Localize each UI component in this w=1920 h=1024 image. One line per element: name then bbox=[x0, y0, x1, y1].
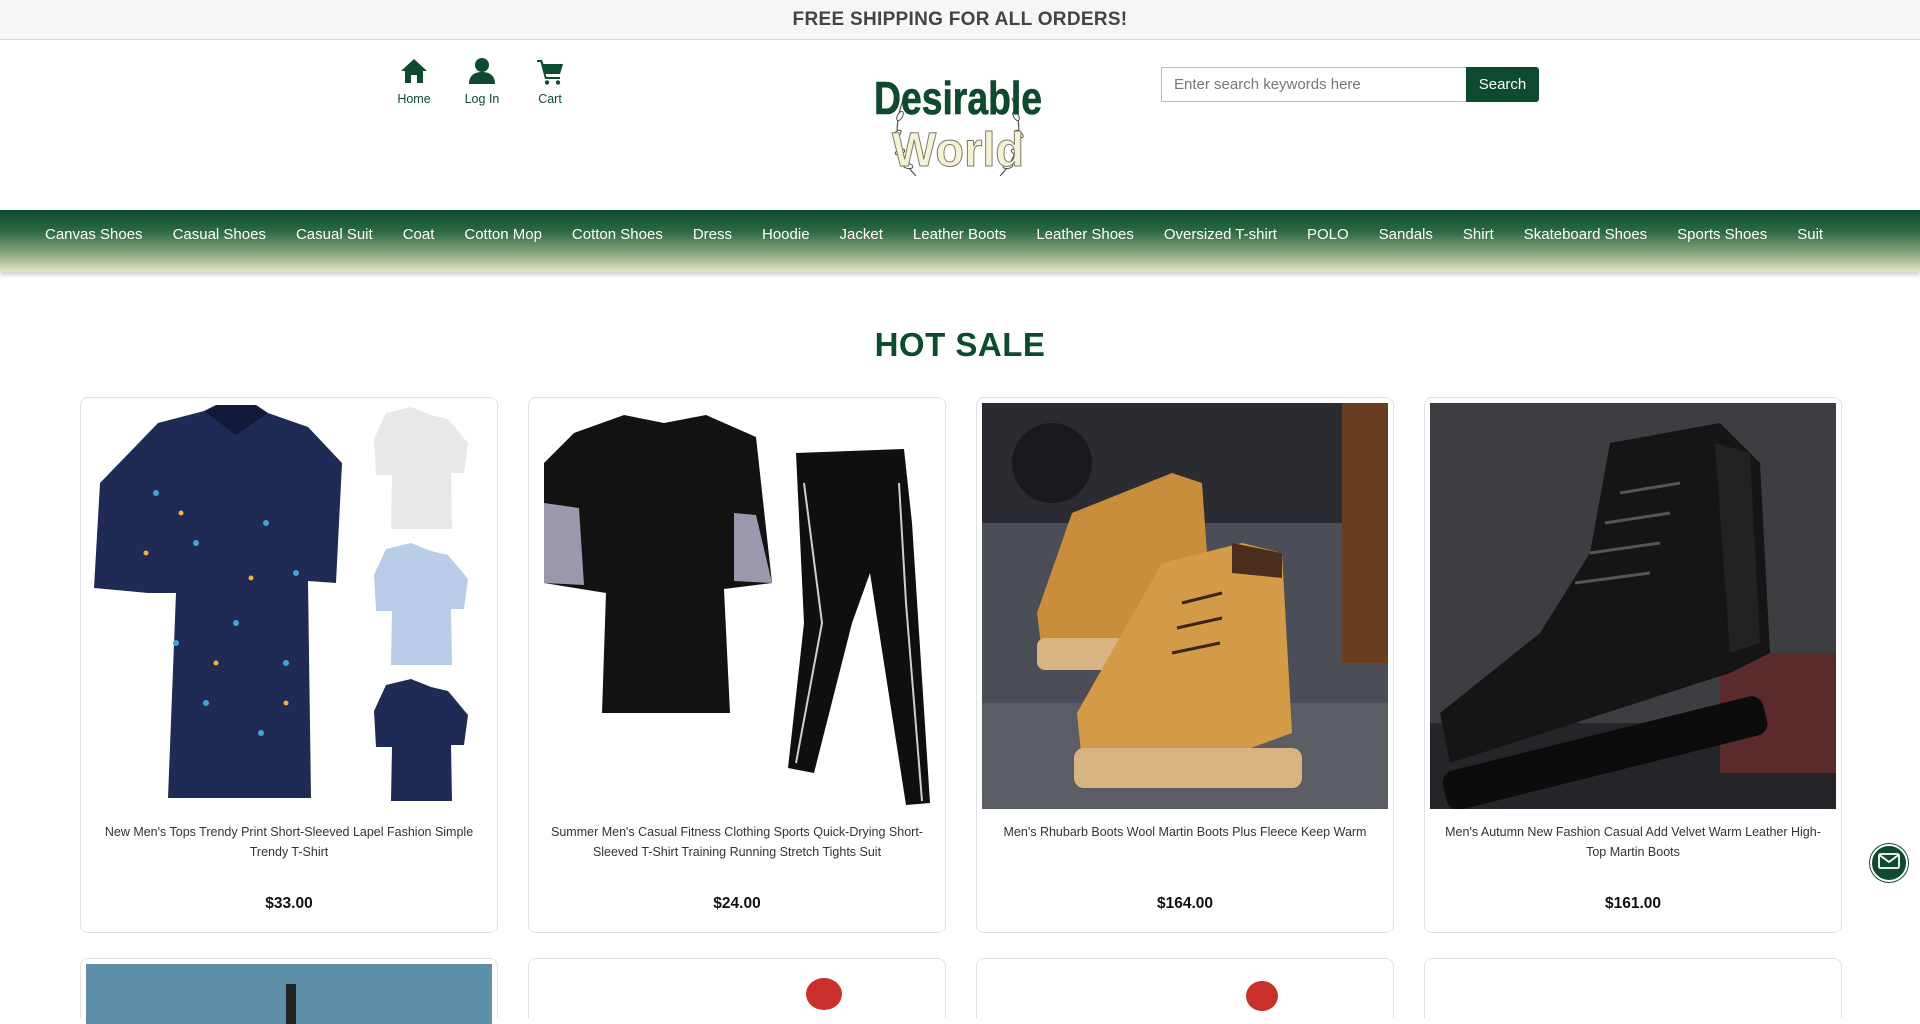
category-jacket[interactable]: Jacket bbox=[825, 210, 898, 260]
product-price: $161.00 bbox=[1604, 895, 1662, 912]
brand-logo[interactable]: Desirable World bbox=[870, 56, 1046, 190]
mail-icon bbox=[1877, 849, 1901, 878]
home-icon bbox=[380, 56, 448, 88]
product-price: $33.00 bbox=[265, 895, 313, 912]
category-leather-shoes[interactable]: Leather Shoes bbox=[1021, 210, 1149, 260]
announcement-bar: FREE SHIPPING FOR ALL ORDERS! bbox=[0, 0, 1920, 40]
cart-link[interactable]: Cart bbox=[516, 56, 584, 106]
product-card[interactable] bbox=[80, 958, 498, 1024]
product-name[interactable]: Summer Men's Casual Fitness Clothing Spo… bbox=[541, 822, 933, 862]
brand-line2: World bbox=[892, 124, 1024, 177]
product-image-black-boot[interactable] bbox=[1430, 403, 1836, 809]
product-card[interactable]: New Men's Tops Trendy Print Short-Sleeve… bbox=[80, 397, 498, 933]
announcement-text: FREE SHIPPING FOR ALL ORDERS! bbox=[792, 9, 1128, 30]
cart-icon bbox=[516, 56, 584, 88]
product-image[interactable] bbox=[86, 964, 492, 1024]
category-oversized-t-shirt[interactable]: Oversized T-shirt bbox=[1149, 210, 1292, 260]
category-cotton-mop[interactable]: Cotton Mop bbox=[449, 210, 557, 260]
brand-line1: Desirable bbox=[874, 72, 1042, 124]
product-card[interactable]: Summer Men's Casual Fitness Clothing Spo… bbox=[528, 397, 946, 933]
product-card[interactable]: Men's Autumn New Fashion Casual Add Velv… bbox=[1424, 397, 1842, 933]
product-image-compression-suit[interactable] bbox=[534, 403, 940, 809]
category-leather-boots[interactable]: Leather Boots bbox=[898, 210, 1021, 260]
product-name[interactable]: New Men's Tops Trendy Print Short-Sleeve… bbox=[93, 822, 485, 862]
product-price: $164.00 bbox=[1156, 895, 1214, 912]
search-button[interactable]: Search bbox=[1466, 67, 1539, 102]
category-casual-shoes[interactable]: Casual Shoes bbox=[158, 210, 281, 260]
product-image[interactable] bbox=[534, 964, 940, 1024]
category-sports-shoes[interactable]: Sports Shoes bbox=[1662, 210, 1782, 260]
search-bar: Search bbox=[1161, 67, 1539, 102]
category-nav: Canvas Shoes Casual Shoes Casual Suit Co… bbox=[0, 210, 1920, 272]
product-card[interactable] bbox=[528, 958, 946, 1024]
category-coat[interactable]: Coat bbox=[388, 210, 450, 260]
category-casual-suit[interactable]: Casual Suit bbox=[281, 210, 388, 260]
product-image-tan-boots[interactable] bbox=[982, 403, 1388, 809]
cart-label: Cart bbox=[538, 92, 562, 106]
product-card[interactable]: Men's Rhubarb Boots Wool Martin Boots Pl… bbox=[976, 397, 1394, 933]
search-input[interactable] bbox=[1161, 67, 1466, 102]
product-price: $24.00 bbox=[713, 895, 761, 912]
contact-button[interactable] bbox=[1870, 844, 1908, 882]
login-link[interactable]: Log In bbox=[448, 56, 516, 106]
product-image[interactable] bbox=[982, 964, 1388, 1024]
category-sandals[interactable]: Sandals bbox=[1364, 210, 1448, 260]
category-canvas-shoes[interactable]: Canvas Shoes bbox=[30, 210, 158, 260]
product-name[interactable]: Men's Autumn New Fashion Casual Add Velv… bbox=[1437, 822, 1829, 862]
quick-nav: Home Log In Cart bbox=[380, 56, 584, 106]
category-suit[interactable]: Suit bbox=[1782, 210, 1838, 260]
home-link[interactable]: Home bbox=[380, 56, 448, 106]
category-dress[interactable]: Dress bbox=[678, 210, 747, 260]
category-polo[interactable]: POLO bbox=[1292, 210, 1364, 260]
category-shirt[interactable]: Shirt bbox=[1448, 210, 1509, 260]
product-image-navy-polo[interactable] bbox=[86, 403, 492, 809]
product-card[interactable] bbox=[1424, 958, 1842, 1024]
login-label: Log In bbox=[464, 92, 500, 106]
category-hoodie[interactable]: Hoodie bbox=[747, 210, 825, 260]
section-title: HOT SALE bbox=[874, 326, 1046, 363]
category-skateboard-shoes[interactable]: Skateboard Shoes bbox=[1509, 210, 1662, 260]
home-label: Home bbox=[397, 92, 431, 106]
user-icon bbox=[448, 56, 516, 88]
product-card[interactable] bbox=[976, 958, 1394, 1024]
category-cotton-shoes[interactable]: Cotton Shoes bbox=[557, 210, 678, 260]
product-image[interactable] bbox=[1430, 964, 1836, 1024]
product-name[interactable]: Men's Rhubarb Boots Wool Martin Boots Pl… bbox=[989, 822, 1381, 842]
